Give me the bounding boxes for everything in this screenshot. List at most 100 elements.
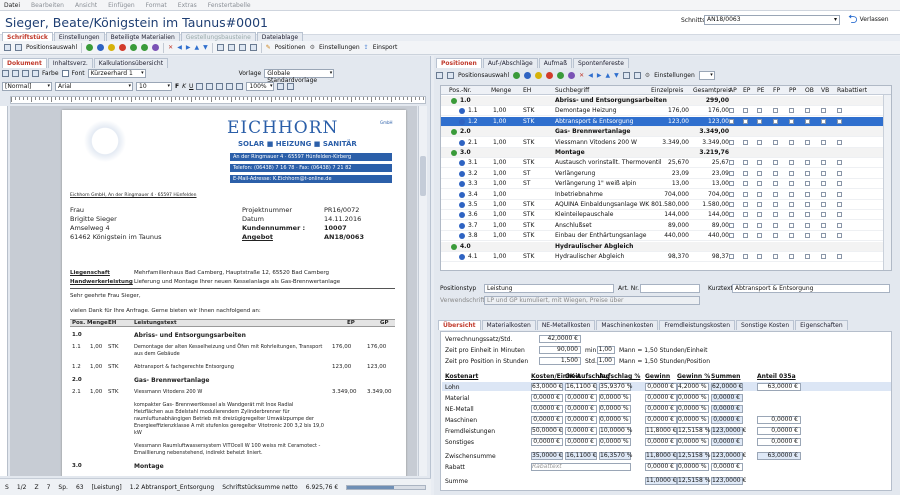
grid-checkbox[interactable] [773, 108, 778, 114]
calc-value[interactable]: 0,0000 € [711, 405, 743, 413]
positions-tab-3[interactable]: Spontenfereste [573, 58, 629, 68]
grid-checkbox[interactable] [789, 170, 794, 176]
grid-checkbox[interactable] [743, 139, 748, 145]
grid-row[interactable]: 3.6 1,00 STK Kleinteilepauschale 144,000 144,… [441, 210, 891, 221]
grid-checkbox[interactable] [821, 254, 826, 259]
grid-checkbox[interactable] [729, 170, 734, 176]
grid-checkbox[interactable] [789, 191, 794, 197]
green-icon[interactable] [557, 71, 565, 79]
positions-tab-2[interactable]: Aufmaß [538, 58, 573, 68]
vorschrift-field[interactable]: LP und GP kumuliert, mit Wiegen, Preise … [484, 296, 700, 305]
grid-checkbox[interactable] [757, 181, 762, 187]
calc-value[interactable]: 35,9370 % [599, 383, 632, 391]
calc-tab-3[interactable]: Maschinenkosten [596, 320, 659, 330]
rabatt-text-field[interactable]: Rabattext [531, 463, 631, 471]
scroll-thumb[interactable] [420, 156, 426, 196]
grid-checkbox[interactable] [837, 233, 842, 239]
yellow-circle-icon[interactable] [108, 44, 116, 51]
arrow-up-icon[interactable]: ▲ [605, 72, 610, 79]
grid-checkbox[interactable] [805, 212, 810, 218]
calc-value[interactable]: 0,0000 % [677, 438, 709, 446]
grid-checkbox[interactable] [821, 160, 826, 166]
menu-item[interactable]: Bearbeiten [31, 2, 64, 9]
grid-checkbox[interactable] [757, 118, 762, 124]
grid-checkbox[interactable] [743, 254, 748, 259]
grid-row[interactable]: 3.8 1,00 STK Einbau der Enthärtungsanlage 44… [441, 231, 891, 242]
grid-checkbox[interactable] [805, 139, 810, 145]
back-button[interactable]: ⮌ Verlassen [848, 13, 889, 25]
grid-checkbox[interactable] [743, 212, 748, 218]
grid-checkbox[interactable] [743, 202, 748, 207]
grid-checkbox[interactable] [789, 181, 794, 187]
calc-value[interactable]: 0,0000 € [645, 438, 677, 446]
grid-checkbox[interactable] [773, 160, 778, 166]
grid-checkbox[interactable] [821, 170, 826, 176]
grid-checkbox[interactable] [805, 170, 810, 176]
grid-checkbox[interactable] [729, 181, 734, 187]
grid-checkbox[interactable] [743, 170, 748, 176]
grid-checkbox[interactable] [837, 170, 842, 176]
align-left-icon[interactable] [196, 83, 204, 90]
menu-item[interactable]: Fenstertabelle [208, 2, 251, 9]
document-canvas[interactable]: EICHHORN GmbH SOLAR ■ HEIZUNG ■ SANITÄR … [10, 106, 417, 476]
calc-value[interactable]: 0,0000 € [711, 438, 743, 446]
grid-checkbox[interactable] [805, 118, 810, 124]
calc-value[interactable]: 123,0000 € [711, 427, 746, 435]
grid-checkbox[interactable] [789, 108, 794, 114]
grid-checkbox[interactable] [837, 181, 842, 187]
grid-checkbox[interactable] [773, 191, 778, 197]
red-icon[interactable] [546, 71, 554, 79]
einstellungen-button[interactable]: Einstellungen [319, 44, 360, 51]
doc-icon[interactable] [436, 71, 443, 79]
grid-checkbox[interactable] [837, 160, 842, 166]
grid-row[interactable]: 1.2 1,00 STK Abtransport & Entsorgung 123,00… [441, 116, 891, 127]
arrow-up-icon[interactable]: ▲ [194, 44, 199, 51]
green-circle2-icon[interactable] [141, 44, 149, 51]
vorlage-select[interactable]: Globale Standardvorlage [264, 69, 335, 84]
grid-row[interactable]: 2.0 Gas- Brennwertanlage 3.349,00 [441, 127, 891, 138]
italic-button[interactable]: K [182, 83, 186, 90]
calc-tab-2[interactable]: NE-Metallkosten [536, 320, 596, 330]
grid-checkbox[interactable] [789, 139, 794, 145]
document-scrollbar[interactable] [418, 106, 427, 476]
calc-value[interactable]: 0,0000 € [757, 416, 801, 424]
grid-checkbox[interactable] [773, 254, 778, 259]
positionsauswahl-button[interactable]: Positionsauswahl [26, 44, 77, 51]
calc-value[interactable]: 63,0000 € [531, 383, 563, 391]
calc-value[interactable]: 0,0000 € [645, 405, 677, 413]
zoom-slider[interactable] [346, 484, 427, 490]
grid-checkbox[interactable] [837, 222, 842, 228]
menu-item[interactable]: Datei [4, 2, 20, 9]
doc-tab-1[interactable]: Inhaltsverz. [47, 58, 93, 68]
doc-tab-0[interactable]: Dokument [2, 58, 47, 68]
zeit-einheit-field[interactable]: 90,000 [539, 346, 581, 354]
delete-icon[interactable]: ✕ [168, 44, 173, 51]
calc-value[interactable]: 0,0000 € [565, 427, 597, 435]
blue-circle-icon[interactable] [97, 44, 105, 51]
calc-value[interactable]: 0,0000 % [599, 438, 631, 446]
calc-value[interactable]: 16,1100 € [565, 383, 597, 391]
grid-row[interactable]: 1.0 Abriss- und Entsorgungsarbeiten 299,00 [441, 96, 891, 106]
calc-value[interactable]: 12,5158 % [677, 427, 710, 435]
grid-checkbox[interactable] [743, 181, 748, 187]
menu-item[interactable]: Ansicht [75, 2, 97, 9]
grid-checkbox[interactable] [773, 233, 778, 239]
grid-checkbox[interactable] [821, 181, 826, 187]
grid-checkbox[interactable] [757, 202, 762, 207]
grid-checkbox[interactable] [805, 108, 810, 114]
paste-icon[interactable] [238, 44, 246, 51]
grid-checkbox[interactable] [789, 160, 794, 166]
grid-checkbox[interactable] [837, 212, 842, 218]
save-icon[interactable] [22, 70, 29, 77]
grid-row[interactable]: 3.7 1,00 STK Anschlußset 89,000 89,00 [441, 221, 891, 231]
grid-checkbox[interactable] [757, 233, 762, 239]
grid-checkbox[interactable] [729, 222, 734, 228]
grid-checkbox[interactable] [743, 222, 748, 228]
calc-value[interactable]: 0,0000 % [599, 405, 631, 413]
calc-value[interactable]: 0,0000 % [599, 394, 631, 402]
grid-checkbox[interactable] [821, 108, 826, 114]
zeit-pos-field[interactable]: 1,500 [539, 357, 581, 365]
grid-checkbox[interactable] [773, 170, 778, 176]
calc-value[interactable]: 0,0000 € [757, 427, 801, 435]
grid-checkbox[interactable] [729, 108, 734, 114]
